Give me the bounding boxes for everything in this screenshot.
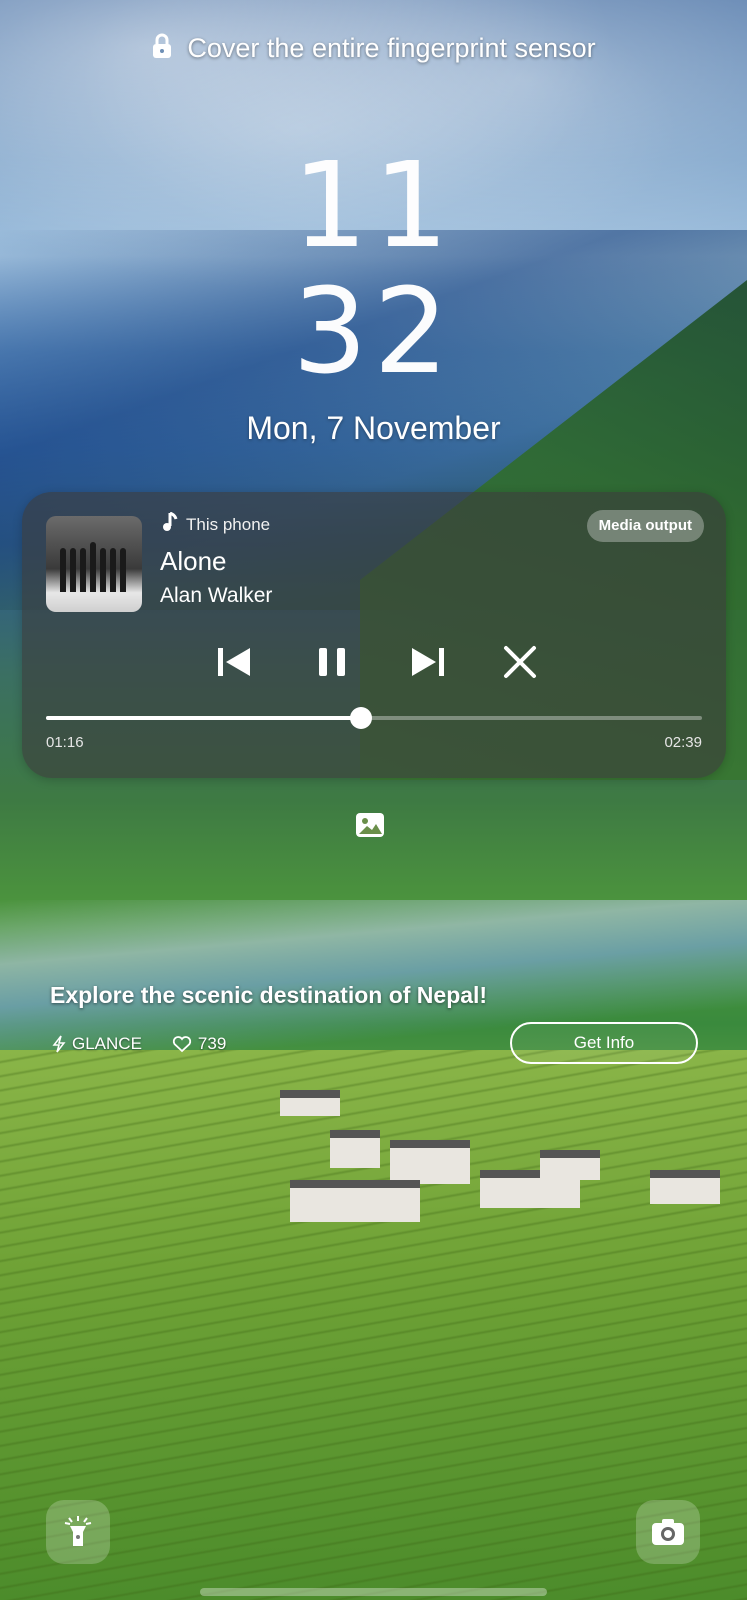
get-info-button[interactable]: Get Info	[510, 1022, 698, 1064]
heart-icon	[172, 1036, 192, 1053]
flashlight-icon	[64, 1516, 92, 1546]
camera-shortcut[interactable]	[636, 1500, 700, 1564]
camera-icon	[652, 1519, 684, 1545]
pause-button[interactable]	[310, 640, 354, 684]
album-art	[46, 516, 142, 612]
lock-status: Cover the entire fingerprint sensor	[0, 32, 747, 67]
elapsed-time: 01:16	[46, 734, 84, 751]
close-icon	[504, 646, 536, 678]
date-label: Mon, 7 November	[246, 410, 501, 446]
pause-icon	[319, 648, 345, 676]
wallpaper-icon[interactable]	[355, 812, 385, 838]
seek-progress	[46, 716, 361, 720]
song-artist: Alan Walker	[160, 584, 273, 607]
clock-minutes: 32	[292, 262, 455, 400]
status-message: Cover the entire fingerprint sensor	[187, 33, 596, 63]
close-player-button[interactable]	[498, 640, 542, 684]
seek-thumb[interactable]	[349, 707, 372, 729]
previous-icon	[218, 648, 250, 676]
lock-icon	[151, 32, 173, 67]
previous-track-button[interactable]	[212, 640, 256, 684]
seek-bar[interactable]	[46, 707, 702, 729]
media-player-card[interactable]: This phone Media output Alone Alan Walke…	[22, 492, 726, 778]
music-note-icon	[162, 511, 178, 537]
village-houses	[270, 1080, 730, 1222]
next-track-button[interactable]	[406, 640, 450, 684]
glance-brand: GLANCE	[72, 1034, 142, 1053]
clock-hours: 11	[292, 136, 455, 274]
total-duration: 02:39	[664, 734, 702, 751]
glance-headline[interactable]: Explore the scenic destination of Nepal!	[50, 982, 487, 1009]
media-output-button[interactable]: Media output	[586, 510, 704, 542]
next-icon	[412, 648, 444, 676]
media-source: This phone	[162, 511, 270, 537]
song-title: Alone	[160, 546, 227, 576]
glance-logo-icon	[52, 1035, 66, 1053]
glance-meta: GLANCE 739	[52, 1034, 226, 1054]
like-count: 739	[197, 1034, 227, 1053]
flashlight-shortcut[interactable]	[46, 1500, 110, 1564]
home-indicator[interactable]	[200, 1588, 547, 1596]
